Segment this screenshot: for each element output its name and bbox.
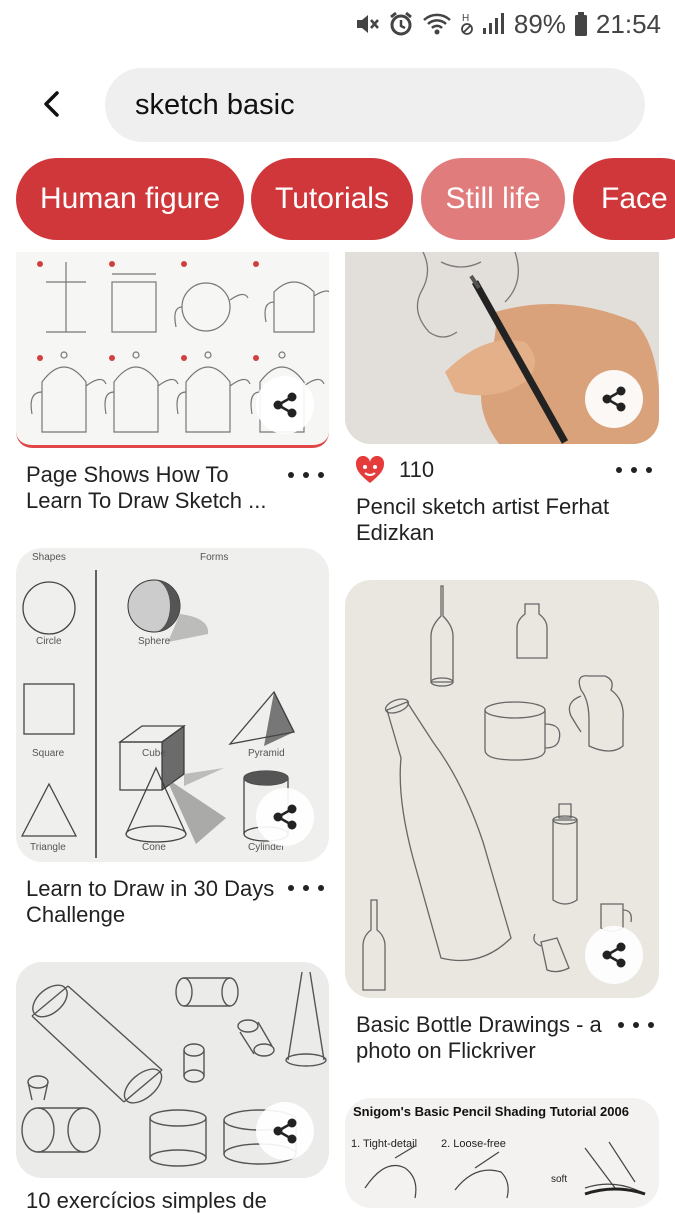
reaction-summary: 110 <box>355 456 434 484</box>
label-triangle: Triangle <box>30 842 66 853</box>
alarm-icon <box>388 11 414 37</box>
pin-image-cylinders[interactable] <box>16 962 329 1178</box>
status-bar: H 89% 21:54 <box>0 0 675 48</box>
share-icon <box>602 942 626 968</box>
pin-title[interactable]: 10 exercícios simples de <box>26 1188 306 1214</box>
chip-label: Tutorials <box>275 182 389 215</box>
share-icon <box>273 804 297 830</box>
share-button[interactable] <box>256 1102 314 1160</box>
signal-icon <box>482 11 506 37</box>
svg-text:H: H <box>462 13 469 24</box>
mute-icon <box>354 11 380 37</box>
label-pyramid: Pyramid <box>248 748 285 759</box>
share-button[interactable] <box>256 376 314 434</box>
clock: 21:54 <box>595 8 661 39</box>
chip-label: Face <box>601 182 668 215</box>
pin-title[interactable]: Learn to Draw in 30 Days Challenge <box>26 876 288 928</box>
label-circle: Circle <box>36 636 62 647</box>
share-button[interactable] <box>585 370 643 428</box>
share-icon <box>273 392 297 418</box>
pin-image-teapot-steps[interactable] <box>16 252 329 448</box>
label-cone: Cone <box>142 842 166 853</box>
label-cube: Cube <box>142 748 166 759</box>
pin-image-pencil-artist[interactable] <box>345 252 659 444</box>
label-sphere: Sphere <box>138 636 171 647</box>
chip-label: Still life <box>445 182 541 215</box>
pin-image-bottle-drawings[interactable] <box>345 580 659 998</box>
chip-still-life[interactable]: Still life <box>421 158 565 240</box>
back-button[interactable] <box>30 82 74 126</box>
wifi-icon <box>422 11 452 37</box>
more-options-button[interactable] <box>288 878 324 898</box>
chip-label: Human figure <box>39 182 221 215</box>
status-icons: H 89% 21:54 <box>354 6 661 42</box>
heart-eyes-reaction-icon <box>355 456 385 483</box>
more-options-button[interactable] <box>288 465 324 485</box>
pin-title[interactable]: Basic Bottle Drawings - a photo on Flick… <box>356 1012 618 1064</box>
label-shapes: Shapes <box>32 552 66 563</box>
battery-level: 89% <box>513 8 566 39</box>
reaction-count: 110 <box>399 457 435 482</box>
chip-face[interactable]: Face <box>573 158 675 240</box>
no-sim-icon: H <box>460 11 474 37</box>
label-forms: Forms <box>200 552 228 563</box>
battery-icon <box>574 11 588 37</box>
more-options-button[interactable] <box>616 460 652 480</box>
share-button[interactable] <box>585 926 643 984</box>
chip-tutorials[interactable]: Tutorials <box>251 158 413 240</box>
guided-search-chips: Human figure Tutorials Still life Face <box>0 158 675 240</box>
pin-title[interactable]: Page Shows How To Learn To Draw Sketch .… <box>26 462 276 514</box>
search-input[interactable]: sketch basic <box>105 68 645 142</box>
label-square: Square <box>32 748 65 759</box>
pin-image-shading-tutorial[interactable]: Snigom's Basic Pencil Shading Tutorial 2… <box>345 1098 659 1208</box>
shading-tutorial-drawing <box>364 1141 646 1199</box>
chevron-left-icon <box>44 91 59 117</box>
more-options-button[interactable] <box>618 1015 654 1035</box>
share-icon <box>273 1118 297 1144</box>
share-icon <box>602 386 626 412</box>
search-query: sketch basic <box>135 88 295 121</box>
share-button[interactable] <box>256 788 314 846</box>
pin-image-shapes-forms[interactable]: Shapes Forms Circle Sphere Square Cube P… <box>16 548 329 862</box>
chip-human-figure[interactable]: Human figure <box>16 158 244 240</box>
pin-title[interactable]: Pencil sketch artist Ferhat Edizkan <box>356 494 636 546</box>
